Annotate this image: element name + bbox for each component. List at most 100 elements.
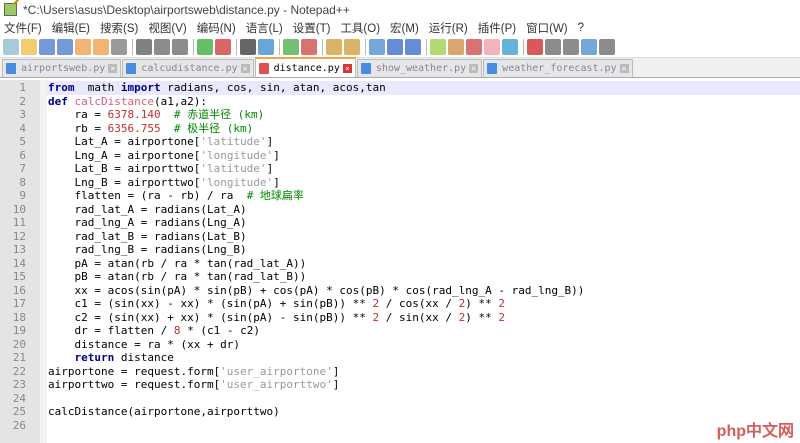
monitor-icon[interactable] bbox=[502, 38, 518, 55]
find-icon[interactable] bbox=[240, 38, 256, 55]
code-token: * (c1 - c2) bbox=[180, 324, 260, 337]
open-icon[interactable] bbox=[21, 38, 37, 55]
code-token: 'user_airportone' bbox=[220, 364, 333, 378]
menu-item[interactable]: ? bbox=[578, 22, 584, 34]
word-wrap-icon[interactable] bbox=[369, 38, 385, 55]
tab-distance-py[interactable]: distance.py × bbox=[254, 57, 356, 77]
tab-airportsweb-py[interactable]: airportsweb.py × bbox=[2, 59, 122, 77]
menu-item[interactable]: 文件(F) bbox=[4, 20, 42, 36]
code-line[interactable]: ra = 6378.140 # 赤道半径 (km) bbox=[47, 108, 800, 122]
undo-icon[interactable] bbox=[197, 38, 213, 55]
redo-icon[interactable] bbox=[215, 38, 231, 55]
tab-label: weather_forecast.py bbox=[502, 63, 617, 74]
menu-item[interactable]: 语言(L) bbox=[246, 20, 283, 36]
menu-item[interactable]: 运行(R) bbox=[429, 20, 468, 36]
code-line[interactable]: c1 = (sin(xx) - xx) * (sin(pA) + sin(pB)… bbox=[47, 297, 800, 311]
code-token: xx = acos(sin(pA) * sin(pB) + cos(pA) * … bbox=[48, 283, 585, 297]
code-line[interactable]: rad_lng_B = radians(Lng_B) bbox=[47, 243, 800, 257]
code-line[interactable]: pA = atan(rb / ra * tan(rad_lat_A)) bbox=[47, 257, 800, 271]
code-line[interactable]: rad_lng_A = radians(Lng_A) bbox=[47, 216, 800, 230]
replace-icon[interactable] bbox=[258, 38, 274, 55]
sync-h-icon[interactable] bbox=[344, 38, 360, 55]
toolbar-separator bbox=[193, 38, 194, 55]
show-all-icon[interactable] bbox=[387, 38, 403, 55]
tab-calcudistance-py[interactable]: calcudistance.py × bbox=[122, 59, 254, 77]
folder-icon[interactable] bbox=[484, 38, 500, 55]
doc-map-icon[interactable] bbox=[448, 38, 464, 55]
stop-macro-icon[interactable] bbox=[545, 38, 561, 55]
code-line[interactable] bbox=[47, 419, 800, 433]
close-icon[interactable]: × bbox=[240, 64, 250, 73]
run-macro-icon[interactable] bbox=[581, 38, 597, 55]
code-token: def bbox=[48, 94, 68, 108]
code-line[interactable]: pB = atan(rb / ra * tan(rad_lat_B)) bbox=[47, 270, 800, 284]
code-line[interactable] bbox=[47, 392, 800, 406]
menu-item[interactable]: 编辑(E) bbox=[52, 20, 90, 36]
save-icon[interactable] bbox=[39, 38, 55, 55]
close-icon[interactable]: × bbox=[342, 63, 352, 73]
cut-icon[interactable] bbox=[136, 38, 152, 55]
close-icon[interactable]: × bbox=[469, 64, 479, 73]
new-icon[interactable] bbox=[3, 38, 19, 55]
zoom-out-icon[interactable] bbox=[301, 38, 317, 55]
close-icon[interactable]: × bbox=[108, 64, 118, 73]
zoom-in-icon[interactable] bbox=[283, 38, 299, 55]
code-token: 'latitude' bbox=[200, 162, 267, 175]
menu-item[interactable]: 宏(M) bbox=[390, 20, 419, 36]
menu-item[interactable]: 工具(O) bbox=[340, 20, 380, 36]
code-line[interactable]: flatten = (ra - rb) / ra # 地球扁率 bbox=[47, 189, 800, 203]
copy-icon[interactable] bbox=[154, 38, 170, 55]
code-line[interactable]: dr = flatten / 8 * (c1 - c2) bbox=[47, 324, 800, 338]
close-icon[interactable]: × bbox=[619, 64, 629, 73]
code-line[interactable]: xx = acos(sin(pA) * sin(pB) + cos(pA) * … bbox=[47, 284, 800, 298]
editor[interactable]: 1 2 3 4 5 6 7 8 9 10 11 12 13 14 15 16 17 18 19 20 21 22 23 24 2… bbox=[0, 80, 800, 443]
line-number: 2 bbox=[19, 94, 26, 108]
code-token: return bbox=[74, 351, 115, 364]
sync-v-icon[interactable] bbox=[326, 38, 342, 55]
code-area[interactable]: from math import radians, cos, sin, atan… bbox=[47, 80, 800, 443]
code-line[interactable]: airportone = request.form['user_airporto… bbox=[47, 365, 800, 379]
tab-show-weather-py[interactable]: show_weather.py × bbox=[356, 59, 483, 77]
tab-label: airportsweb.py bbox=[21, 63, 106, 74]
code-line[interactable]: Lat_A = airportone['latitude'] bbox=[47, 135, 800, 149]
play-macro-icon[interactable] bbox=[563, 38, 579, 55]
record-macro-icon[interactable] bbox=[527, 38, 543, 55]
menu-item[interactable]: 设置(T) bbox=[293, 20, 331, 36]
save-macro-icon[interactable] bbox=[599, 38, 615, 55]
menu-item[interactable]: 搜索(S) bbox=[100, 20, 138, 36]
code-line[interactable]: distance = ra * (xx + dr) bbox=[47, 338, 800, 352]
fold-margin[interactable] bbox=[40, 80, 47, 443]
menu-item[interactable]: 视图(V) bbox=[148, 20, 186, 36]
tab-weather-forecast-py[interactable]: weather_forecast.py × bbox=[483, 59, 633, 77]
code-line[interactable]: calcDistance(airportone,airporttwo) bbox=[47, 405, 800, 419]
menu-item[interactable]: 编码(N) bbox=[197, 20, 236, 36]
code-line[interactable]: return distance bbox=[47, 351, 800, 365]
code-token: ) ** bbox=[465, 297, 499, 310]
toolbar-separator bbox=[132, 38, 133, 55]
code-line[interactable]: rad_lat_A = radians(Lat_A) bbox=[47, 203, 800, 217]
code-line[interactable]: Lat_B = airporttwo['latitude'] bbox=[47, 162, 800, 176]
udl-icon[interactable] bbox=[430, 38, 446, 55]
code-line[interactable]: Lng_B = airporttwo['longitude'] bbox=[47, 176, 800, 190]
code-line[interactable]: rb = 6356.755 # 极半径 (km) bbox=[47, 122, 800, 136]
code-line[interactable]: airporttwo = request.form['user_airportt… bbox=[47, 378, 800, 392]
menu-item[interactable]: 窗口(W) bbox=[526, 20, 568, 36]
code-token: / cos(xx / bbox=[379, 297, 459, 310]
code-line[interactable]: from math import radians, cos, sin, atan… bbox=[47, 81, 800, 95]
save-all-icon[interactable] bbox=[57, 38, 73, 55]
line-number: 19 bbox=[12, 324, 26, 337]
function-list-icon[interactable] bbox=[466, 38, 482, 55]
close-icon[interactable] bbox=[75, 38, 91, 55]
code-line[interactable]: Lng_A = airportone['longitude'] bbox=[47, 149, 800, 163]
code-line[interactable]: def calcDistance(a1,a2): bbox=[47, 95, 800, 109]
code-line[interactable]: c2 = (sin(xx) + xx) * (sin(pA) - sin(pB)… bbox=[47, 311, 800, 325]
indent-guide-icon[interactable] bbox=[405, 38, 421, 55]
menu-item[interactable]: 插件(P) bbox=[478, 20, 516, 36]
paste-icon[interactable] bbox=[172, 38, 188, 55]
print-icon[interactable] bbox=[111, 38, 127, 55]
code-token: distance = ra * (xx + dr) bbox=[48, 337, 241, 351]
close-all-icon[interactable] bbox=[93, 38, 109, 55]
code-line[interactable]: rad_lat_B = radians(Lat_B) bbox=[47, 230, 800, 244]
